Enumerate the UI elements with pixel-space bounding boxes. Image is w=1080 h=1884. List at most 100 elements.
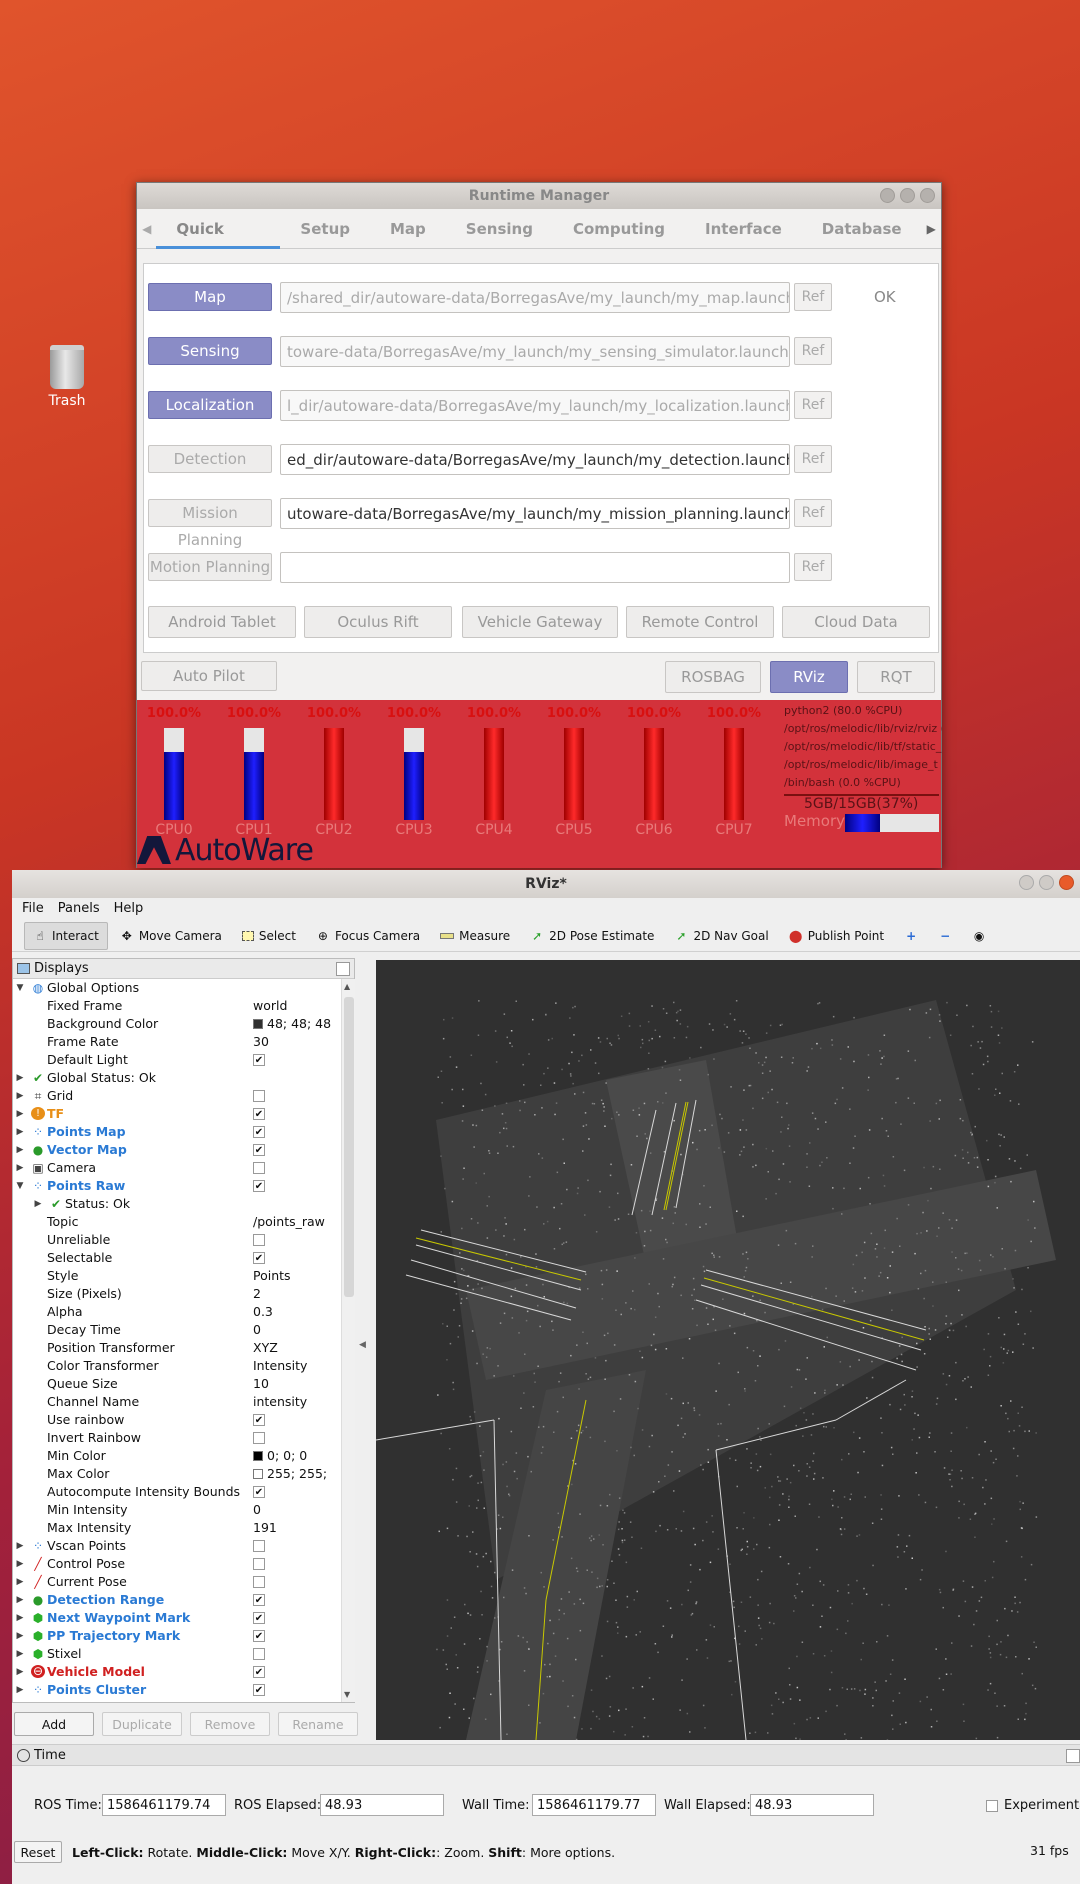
- property-value[interactable]: /points_raw: [253, 1213, 341, 1231]
- expand-arrow-icon[interactable]: ▶: [15, 1105, 25, 1123]
- ros-time-field[interactable]: 1586461179.74: [102, 1794, 226, 1816]
- remove-tool-button[interactable]: −: [930, 922, 960, 950]
- expand-arrow-icon[interactable]: ▶: [15, 1573, 25, 1591]
- display-tree-row[interactable]: Autocompute Intensity Bounds ✔: [13, 1483, 341, 1501]
- expand-arrow-icon[interactable]: ▶: [15, 1087, 25, 1105]
- display-tree-row[interactable]: ▶! TF ✔: [13, 1105, 341, 1123]
- menu-panels[interactable]: Panels: [58, 898, 100, 920]
- display-tree-row[interactable]: ▶ ⬢ PP Trajectory Mark ✔: [13, 1627, 341, 1645]
- enable-checkbox[interactable]: [253, 1432, 265, 1444]
- detection-path-field[interactable]: ed_dir/autoware-data/BorregasAve/my_laun…: [280, 444, 790, 475]
- enable-checkbox[interactable]: [253, 1162, 265, 1174]
- enable-checkbox[interactable]: [253, 1090, 265, 1102]
- display-tree-row[interactable]: Min Color 0; 0; 0: [13, 1447, 341, 1465]
- expand-arrow-icon[interactable]: ▶: [15, 1555, 25, 1573]
- expand-arrow-icon[interactable]: ▶: [15, 1069, 25, 1087]
- display-tree-row[interactable]: Topic/points_raw: [13, 1213, 341, 1231]
- reset-button[interactable]: Reset: [14, 1841, 62, 1863]
- expand-arrow-icon[interactable]: ▶: [15, 1645, 25, 1663]
- display-tree-row[interactable]: ▶ ⬢ Stixel: [13, 1645, 341, 1663]
- 3d-view[interactable]: [376, 960, 1080, 1740]
- mission-planning-ref-button[interactable]: Ref: [794, 499, 832, 527]
- color-swatch[interactable]: [253, 1019, 263, 1029]
- enable-checkbox[interactable]: [253, 1540, 265, 1552]
- close-icon[interactable]: [1059, 875, 1074, 890]
- display-tree-row[interactable]: Min Intensity 0: [13, 1501, 341, 1519]
- enable-checkbox[interactable]: ✔: [253, 1414, 265, 1426]
- enable-checkbox[interactable]: ✔: [253, 1630, 265, 1642]
- experimental-toggle[interactable]: Experimental: [986, 1798, 1080, 1813]
- remove-button[interactable]: Remove: [190, 1712, 270, 1736]
- rviz-button[interactable]: RViz: [770, 661, 848, 693]
- android-tablet-button[interactable]: Android Tablet: [148, 606, 296, 638]
- display-tree-row[interactable]: Color Transformer Intensity: [13, 1357, 341, 1375]
- property-value[interactable]: 0: [253, 1501, 341, 1519]
- menu-help[interactable]: Help: [114, 898, 144, 920]
- enable-checkbox[interactable]: ✔: [253, 1180, 265, 1192]
- oculus-rift-button[interactable]: Oculus Rift: [304, 606, 452, 638]
- expand-arrow-icon[interactable]: ▶: [15, 1141, 25, 1159]
- close-icon[interactable]: [920, 188, 935, 203]
- collapse-arrow-icon[interactable]: ▼: [15, 1177, 25, 1195]
- 2d-pose-estimate-tool[interactable]: ➚ 2D Pose Estimate: [522, 922, 662, 950]
- enable-checkbox[interactable]: ✔: [253, 1126, 265, 1138]
- point-cloud-render[interactable]: [376, 960, 1080, 1740]
- expand-arrow-icon[interactable]: ▶: [15, 1123, 25, 1141]
- sensing-path-field[interactable]: toware-data/BorregasAve/my_launch/my_sen…: [280, 336, 790, 367]
- enable-checkbox[interactable]: ✔: [253, 1108, 265, 1120]
- tab-database[interactable]: Database: [802, 209, 922, 249]
- display-tree-row[interactable]: Background Color 48; 48; 48: [13, 1015, 341, 1033]
- maximize-icon[interactable]: [1039, 875, 1054, 890]
- expand-arrow-icon[interactable]: ▶: [15, 1159, 25, 1177]
- map-button[interactable]: Map: [148, 283, 272, 311]
- property-value[interactable]: 2: [253, 1285, 341, 1303]
- view-options-button[interactable]: ◉: [964, 922, 994, 950]
- scrollbar-thumb[interactable]: [344, 997, 354, 1297]
- property-value[interactable]: XYZ: [253, 1339, 341, 1357]
- scroll-up-icon[interactable]: ▲: [344, 982, 350, 991]
- property-value[interactable]: 255; 255;: [253, 1465, 341, 1483]
- property-value[interactable]: 191: [253, 1519, 341, 1537]
- sensing-ref-button[interactable]: Ref: [794, 337, 832, 365]
- select-tool[interactable]: Select: [234, 922, 304, 950]
- display-tree-row[interactable]: ▼ ⁘ Points Raw ✔: [13, 1177, 341, 1195]
- display-tree-row[interactable]: Unreliable: [13, 1231, 341, 1249]
- tab-scroll-left-icon[interactable]: ◀: [137, 222, 156, 236]
- expand-arrow-icon[interactable]: ▶: [15, 1537, 25, 1555]
- tab-computing[interactable]: Computing: [553, 209, 685, 249]
- property-value[interactable]: Intensity: [253, 1357, 341, 1375]
- expand-arrow-icon[interactable]: ▶: [15, 1609, 25, 1627]
- menu-file[interactable]: File: [22, 898, 44, 920]
- minimize-icon[interactable]: [880, 188, 895, 203]
- map-ref-button[interactable]: Ref: [794, 283, 832, 311]
- enable-checkbox[interactable]: [253, 1576, 265, 1588]
- enable-checkbox[interactable]: ✔: [253, 1666, 265, 1678]
- display-tree-row[interactable]: ▶ ⁘ Points Map ✔: [13, 1123, 341, 1141]
- display-tree-row[interactable]: ▶ ▣ Camera: [13, 1159, 341, 1177]
- wall-time-field[interactable]: 1586461179.77: [532, 1794, 656, 1816]
- detection-ref-button[interactable]: Ref: [794, 445, 832, 473]
- display-tree-row[interactable]: ▶ ⬢ Next Waypoint Mark ✔: [13, 1609, 341, 1627]
- display-tree-row[interactable]: Frame Rate 30: [13, 1033, 341, 1051]
- enable-checkbox[interactable]: [253, 1648, 265, 1660]
- display-tree-row[interactable]: Position Transformer XYZ: [13, 1339, 341, 1357]
- display-tree-row[interactable]: ▶ ╱ Control Pose: [13, 1555, 341, 1573]
- display-tree-row[interactable]: Max Intensity 191: [13, 1519, 341, 1537]
- enable-checkbox[interactable]: [253, 1558, 265, 1570]
- tab-sensing[interactable]: Sensing: [446, 209, 553, 249]
- property-value[interactable]: 0.3: [253, 1303, 341, 1321]
- enable-checkbox[interactable]: ✔: [253, 1054, 265, 1066]
- ros-elapsed-field[interactable]: 48.93: [320, 1794, 444, 1816]
- property-value[interactable]: 0; 0; 0: [253, 1447, 341, 1465]
- maximize-icon[interactable]: [900, 188, 915, 203]
- experimental-checkbox[interactable]: [986, 1799, 998, 1812]
- display-tree-row[interactable]: ▶ ⊖ Vehicle Model ✔: [13, 1663, 341, 1681]
- add-tool-button[interactable]: +: [896, 922, 926, 950]
- tab-quick-start[interactable]: Quick Start: [156, 209, 281, 278]
- display-tree-row[interactable]: Decay Time 0: [13, 1321, 341, 1339]
- duplicate-button[interactable]: Duplicate: [102, 1712, 182, 1736]
- mission-planning-path-field[interactable]: utoware-data/BorregasAve/my_launch/my_mi…: [280, 498, 790, 529]
- property-value[interactable]: 30: [253, 1033, 341, 1051]
- float-panel-button[interactable]: [336, 962, 350, 976]
- expand-arrow-icon[interactable]: ▶: [33, 1195, 43, 1213]
